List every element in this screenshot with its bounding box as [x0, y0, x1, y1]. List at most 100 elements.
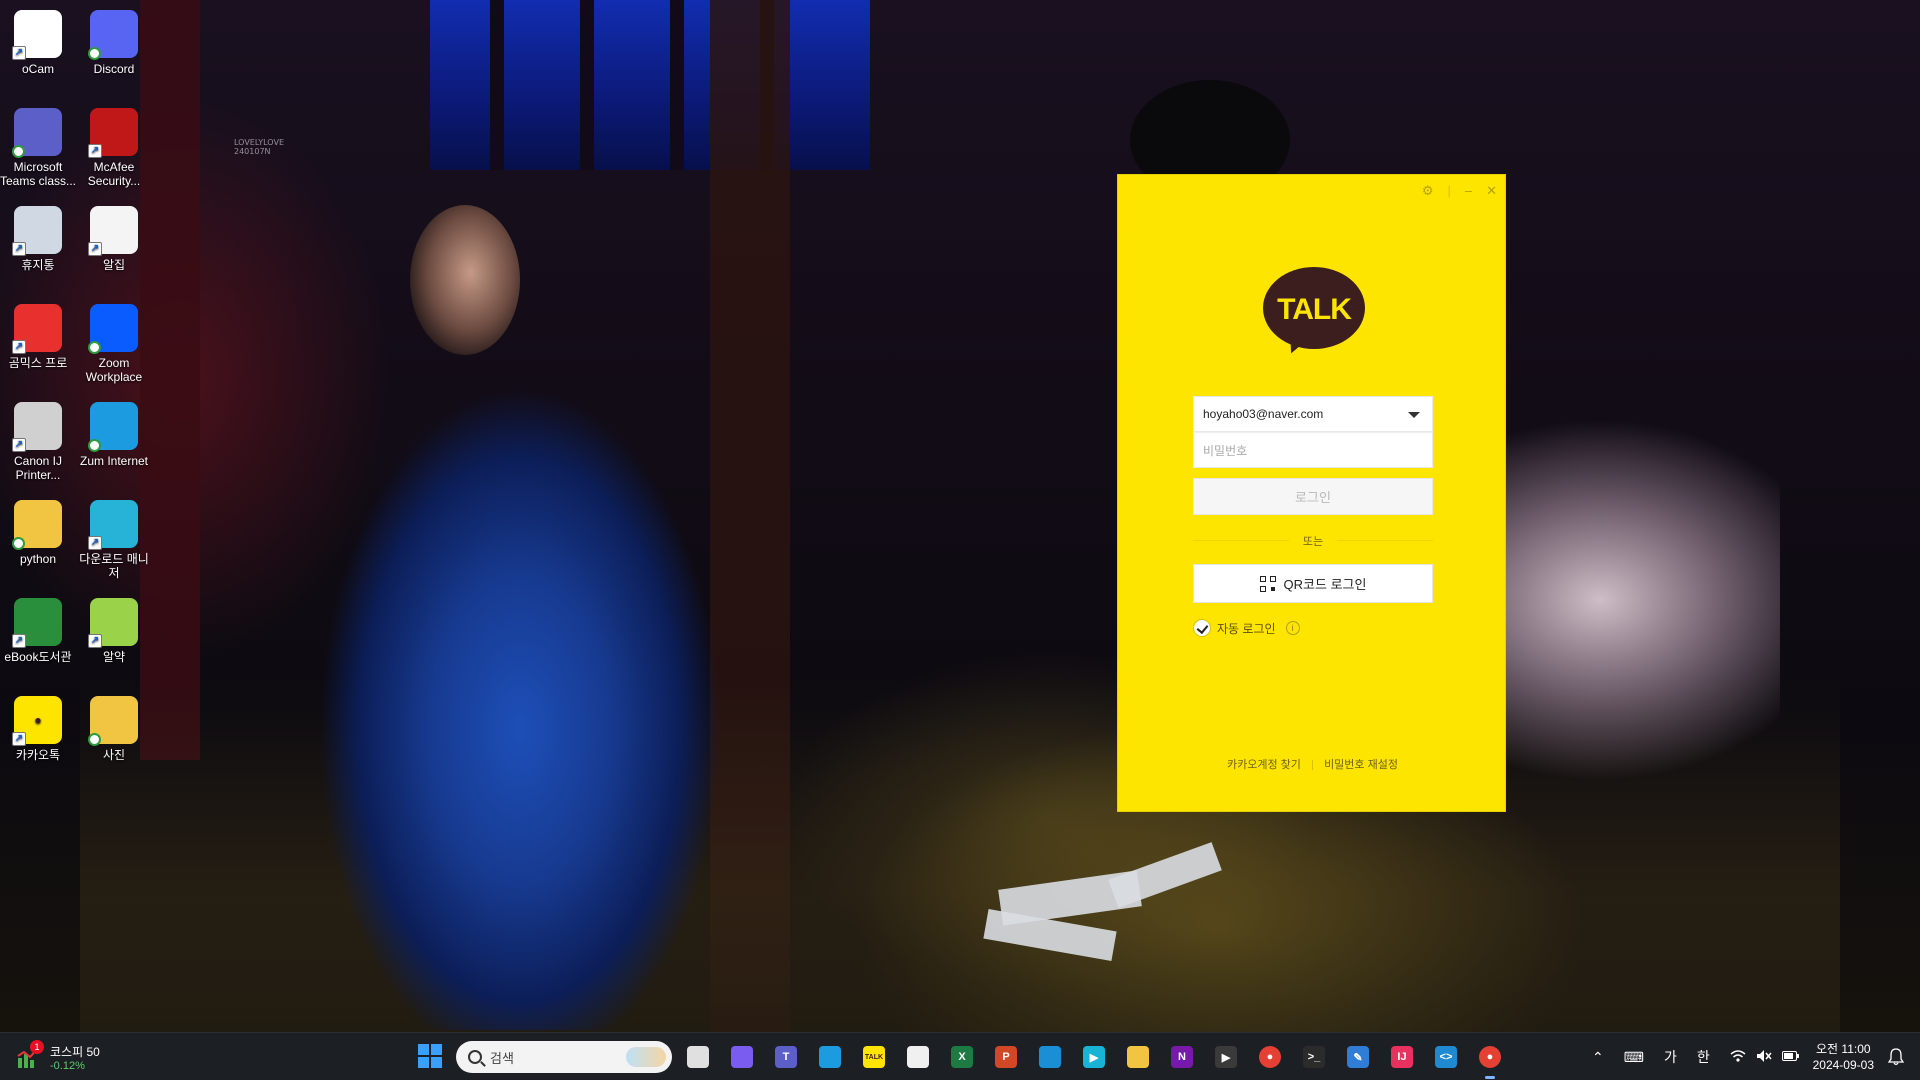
- taskbar-app-button[interactable]: TALK: [858, 1041, 890, 1073]
- windows-logo-tile: [418, 1057, 429, 1068]
- media-icon: ▶: [1083, 1046, 1105, 1068]
- desktop-icon[interactable]: Discord: [74, 10, 154, 76]
- desktop-icon-label: oCam: [21, 62, 54, 76]
- windows-logo-tile: [431, 1057, 442, 1068]
- shortcut-arrow-icon: ↗: [88, 536, 102, 550]
- desktop-icon[interactable]: Zoom Workplace: [74, 304, 154, 384]
- desktop-icon[interactable]: ● ↗ 카카오톡: [0, 696, 78, 762]
- chrome-icon: ●: [1479, 1046, 1501, 1068]
- chevron-up-icon[interactable]: ⌃: [1592, 1049, 1604, 1066]
- window-titlebar: ⚙ | – ✕: [1422, 181, 1497, 201]
- taskbar-app-button[interactable]: X: [946, 1041, 978, 1073]
- zoom-icon: [88, 304, 138, 354]
- shortcut-arrow-icon: ↗: [12, 438, 26, 452]
- desktop-icon[interactable]: Zum Internet: [74, 402, 154, 468]
- excel-icon: X: [951, 1046, 973, 1068]
- wifi-icon: [1730, 1049, 1746, 1066]
- info-icon[interactable]: i: [1285, 621, 1300, 635]
- minimize-button[interactable]: –: [1465, 183, 1472, 199]
- sync-status-icon: [88, 439, 101, 452]
- desktop-icon[interactable]: ↗ Canon IJ Printer...: [0, 402, 78, 482]
- auto-login-option[interactable]: 자동 로그인 i: [1193, 619, 1300, 637]
- taskbar-app-button[interactable]: [1122, 1041, 1154, 1073]
- taskbar-app-button[interactable]: P: [990, 1041, 1022, 1073]
- notification-bell-icon[interactable]: [1887, 1048, 1905, 1066]
- desktop-icon-label: 곰믹스 프로: [8, 356, 68, 370]
- desktop-icon[interactable]: ↗ 휴지통: [0, 206, 78, 272]
- desktop-icon[interactable]: ↗ McAfee Security...: [74, 108, 154, 188]
- taskbar-app-button[interactable]: N: [1166, 1041, 1198, 1073]
- clock-date: 2024-09-03: [1812, 1058, 1874, 1072]
- folder-icon: [12, 500, 62, 550]
- taskbar-search[interactable]: 검색: [456, 1041, 672, 1073]
- widget-title: 코스피 50: [50, 1044, 100, 1059]
- password-field[interactable]: 비밀번호: [1193, 432, 1433, 468]
- desktop-icon[interactable]: ↗ eBook도서관: [0, 598, 78, 664]
- desktop-icon[interactable]: ↗ 다운로드 매니저: [74, 500, 154, 580]
- vscode-icon: <>: [1435, 1046, 1457, 1068]
- clock-time: 오전 11:00: [1816, 1042, 1871, 1056]
- search-placeholder: 검색: [490, 1050, 514, 1066]
- taskbar-app-button[interactable]: ▶: [1210, 1041, 1242, 1073]
- or-divider: 또는: [1193, 533, 1433, 548]
- taskbar-app-button[interactable]: [682, 1041, 714, 1073]
- jetbrains-icon: IJ: [1391, 1046, 1413, 1068]
- find-account-link[interactable]: 카카오계정 찾기: [1227, 759, 1301, 771]
- file-explorer-icon: [1127, 1046, 1149, 1068]
- login-button[interactable]: 로그인: [1193, 478, 1433, 515]
- teams-icon: [12, 108, 62, 158]
- ocam-icon: ↗: [12, 10, 62, 60]
- desktop-icon-label: python: [19, 552, 57, 566]
- taskbar-app-button[interactable]: ●: [1254, 1041, 1286, 1073]
- taskbar-app-button[interactable]: [814, 1041, 846, 1073]
- desktop-icon[interactable]: ↗ 알약: [74, 598, 154, 664]
- start-button[interactable]: [418, 1044, 442, 1068]
- stock-chart-icon: 1: [16, 1040, 44, 1070]
- email-value: hoyaho03@naver.com: [1203, 407, 1324, 421]
- stock-widget[interactable]: 1 코스피 50 -0.12%: [16, 1039, 100, 1075]
- desktop-icon[interactable]: Microsoft Teams class...: [0, 108, 78, 188]
- onenote-icon: N: [1171, 1046, 1193, 1068]
- taskbar-app-button[interactable]: [726, 1041, 758, 1073]
- desktop-icon[interactable]: ↗ 알집: [74, 206, 154, 272]
- windows-logo-tile: [431, 1044, 442, 1055]
- taskbar-app-button[interactable]: [902, 1041, 934, 1073]
- taskbar-app-button[interactable]: >_: [1298, 1041, 1330, 1073]
- chevron-down-icon[interactable]: [1408, 412, 1420, 418]
- desktop-icon[interactable]: ↗ oCam: [0, 10, 78, 76]
- desktop-icon[interactable]: ↗ 곰믹스 프로: [0, 304, 78, 370]
- status-icons[interactable]: [1730, 1033, 1800, 1080]
- taskbar-app-button[interactable]: ●: [1474, 1041, 1506, 1079]
- recycle-bin-icon: ↗: [12, 206, 62, 256]
- kakaotalk-logo: TALK: [1263, 267, 1365, 359]
- desktop-icon-label: 사진: [102, 748, 126, 762]
- desktop-icon-label: Discord: [93, 62, 135, 76]
- taskbar-app-button[interactable]: IJ: [1386, 1041, 1418, 1073]
- settings-gear-icon[interactable]: ⚙: [1422, 183, 1434, 199]
- email-field[interactable]: hoyaho03@naver.com: [1193, 396, 1433, 432]
- taskbar-app-button[interactable]: [1034, 1041, 1066, 1073]
- desktop-icon-label: 다운로드 매니저: [79, 552, 149, 580]
- ime-mode[interactable]: 가: [1664, 1047, 1677, 1067]
- desktop-icon[interactable]: 사진: [74, 696, 154, 762]
- language-indicator[interactable]: 한: [1697, 1047, 1710, 1067]
- snipping-tool-icon: [907, 1046, 929, 1068]
- photos-folder-icon: [88, 696, 138, 746]
- taskbar-app-button[interactable]: ▶: [1078, 1041, 1110, 1073]
- taskbar-app-button[interactable]: ✎: [1342, 1041, 1374, 1073]
- clock[interactable]: 오전 11:00 2024-09-03: [1813, 1041, 1874, 1073]
- alzip-icon: ↗: [88, 206, 138, 256]
- system-tray: ⌃ ⌨ 가 한: [1592, 1033, 1710, 1080]
- sync-status-icon: [88, 341, 101, 354]
- qr-login-button[interactable]: QR코드 로그인: [1193, 564, 1433, 603]
- reset-password-link[interactable]: 비밀번호 재설정: [1324, 759, 1398, 771]
- taskbar-app-button[interactable]: T: [770, 1041, 802, 1073]
- keyboard-icon[interactable]: ⌨: [1624, 1049, 1644, 1066]
- desktop-icon-label: 휴지통: [21, 258, 55, 272]
- desktop-icon-label: eBook도서관: [4, 650, 72, 664]
- desktop-icon[interactable]: python: [0, 500, 78, 566]
- auto-login-checkbox[interactable]: [1193, 619, 1211, 637]
- sync-status-icon: [88, 733, 101, 746]
- close-button[interactable]: ✕: [1486, 183, 1497, 199]
- taskbar-app-button[interactable]: <>: [1430, 1041, 1462, 1073]
